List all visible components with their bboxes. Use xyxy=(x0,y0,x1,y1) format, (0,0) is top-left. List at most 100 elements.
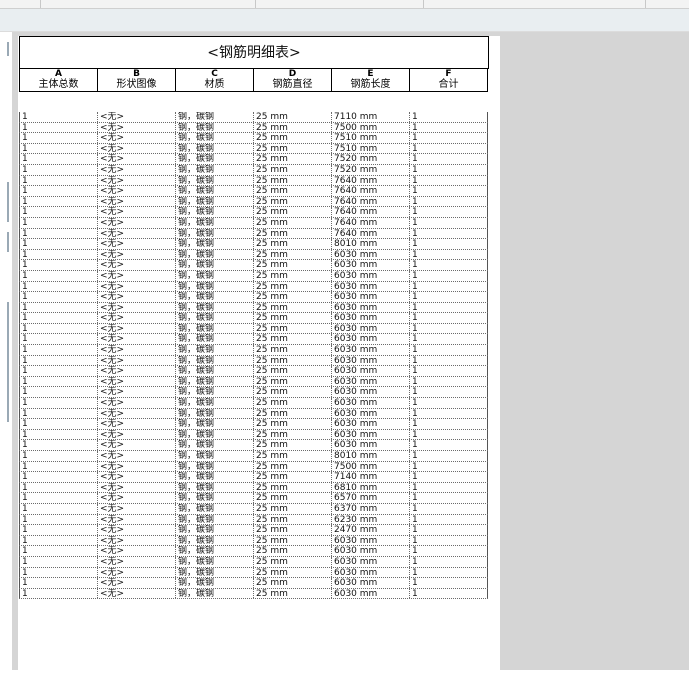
table-cell[interactable]: 钢，碳钢 xyxy=(175,366,253,376)
table-cell[interactable]: 1 xyxy=(409,302,488,313)
table-cell[interactable]: <无> xyxy=(97,398,175,408)
table-row[interactable]: 1 <无> 钢，碳钢 25 mm 7520 mm 1 xyxy=(19,164,488,176)
table-row[interactable]: 1 <无> 钢，碳钢 25 mm 6030 mm 1 xyxy=(19,281,488,293)
table-cell[interactable]: 钢，碳钢 xyxy=(175,175,253,186)
table-cell[interactable]: 1 xyxy=(409,567,488,578)
table-cell[interactable]: 钢，碳钢 xyxy=(175,196,253,207)
table-cell[interactable]: 7140 mm xyxy=(331,472,409,482)
table-cell[interactable]: 6030 mm xyxy=(331,535,409,546)
table-cell[interactable]: 1 xyxy=(409,334,488,345)
table-cell[interactable]: 1 xyxy=(19,133,97,143)
table-cell[interactable]: 6030 mm xyxy=(331,345,409,355)
table-cell[interactable]: 7640 mm xyxy=(331,217,409,228)
table-cell[interactable]: 25 mm xyxy=(253,323,331,334)
table-row[interactable]: 1 <无> 钢，碳钢 25 mm 7500 mm 1 xyxy=(19,461,488,473)
table-row[interactable]: 1 <无> 钢，碳钢 25 mm 7140 mm 1 xyxy=(19,472,488,483)
table-cell[interactable]: 钢，碳钢 xyxy=(175,482,253,493)
table-cell[interactable]: 1 xyxy=(409,503,488,514)
table-cell[interactable]: 25 mm xyxy=(253,588,331,599)
table-cell[interactable]: <无> xyxy=(97,143,175,154)
table-cell[interactable]: 钢，碳钢 xyxy=(175,472,253,482)
table-cell[interactable]: 钢，碳钢 xyxy=(175,313,253,323)
table-cell[interactable]: 钢，碳钢 xyxy=(175,239,253,249)
table-cell[interactable]: 25 mm xyxy=(253,525,331,535)
table-cell[interactable]: <无> xyxy=(97,186,175,196)
table-cell[interactable]: 1 xyxy=(19,567,97,578)
table-cell[interactable]: 1 xyxy=(409,292,488,302)
table-cell[interactable]: <无> xyxy=(97,323,175,334)
table-cell[interactable]: 1 xyxy=(409,143,488,154)
table-cell[interactable]: 25 mm xyxy=(253,482,331,493)
table-cell[interactable]: 1 xyxy=(19,376,97,387)
table-cell[interactable]: 1 xyxy=(19,186,97,196)
table-cell[interactable]: 6030 mm xyxy=(331,408,409,419)
table-cell[interactable]: 钢，碳钢 xyxy=(175,578,253,588)
table-cell[interactable]: <无> xyxy=(97,535,175,546)
left-rail[interactable] xyxy=(0,32,12,670)
schedule-sheet[interactable]: <钢筋明细表> A B C D E F 主体总数 形状图像 材质 钢筋直径 钢筋… xyxy=(18,36,500,676)
table-cell[interactable]: 25 mm xyxy=(253,313,331,323)
column-header[interactable]: 形状图像 xyxy=(97,78,175,91)
table-row[interactable]: 1 <无> 钢，碳钢 25 mm 6030 mm 1 xyxy=(19,440,488,451)
table-cell[interactable]: 钢，碳钢 xyxy=(175,408,253,419)
table-cell[interactable]: 25 mm xyxy=(253,514,331,525)
table-cell[interactable]: 1 xyxy=(409,313,488,323)
table-cell[interactable]: 钢，碳钢 xyxy=(175,429,253,440)
table-row[interactable]: 1 <无> 钢，碳钢 25 mm 7640 mm 1 xyxy=(19,196,488,208)
table-cell[interactable]: 6030 mm xyxy=(331,281,409,292)
table-cell[interactable]: 25 mm xyxy=(253,461,331,472)
table-cell[interactable]: 1 xyxy=(409,376,488,387)
table-cell[interactable]: 7500 mm xyxy=(331,122,409,133)
table-cell[interactable]: 25 mm xyxy=(253,366,331,376)
table-row[interactable]: 1 <无> 钢，碳钢 25 mm 6030 mm 1 xyxy=(19,408,488,420)
column-header[interactable]: 钢筋直径 xyxy=(253,78,331,91)
table-cell[interactable]: 1 xyxy=(19,493,97,503)
table-cell[interactable]: 1 xyxy=(409,482,488,493)
table-cell[interactable]: 钢，碳钢 xyxy=(175,112,253,122)
table-cell[interactable]: 1 xyxy=(409,366,488,376)
table-cell[interactable]: 25 mm xyxy=(253,281,331,292)
table-cell[interactable]: 6030 mm xyxy=(331,323,409,334)
table-cell[interactable]: 2470 mm xyxy=(331,525,409,535)
table-row[interactable]: 1 <无> 钢，碳钢 25 mm 6030 mm 1 xyxy=(19,345,488,356)
table-cell[interactable]: 1 xyxy=(409,472,488,482)
table-cell[interactable]: 6030 mm xyxy=(331,270,409,281)
table-cell[interactable]: 7640 mm xyxy=(331,207,409,217)
table-cell[interactable]: 1 xyxy=(19,281,97,292)
table-cell[interactable]: <无> xyxy=(97,313,175,323)
table-cell[interactable]: 钢，碳钢 xyxy=(175,398,253,408)
table-row[interactable]: 1 <无> 钢，碳钢 25 mm 2470 mm 1 xyxy=(19,525,488,536)
table-cell[interactable]: <无> xyxy=(97,164,175,175)
table-cell[interactable]: 1 xyxy=(19,270,97,281)
table-cell[interactable]: 6030 mm xyxy=(331,355,409,366)
table-row[interactable]: 1 <无> 钢，碳钢 25 mm 7510 mm 1 xyxy=(19,133,488,144)
table-cell[interactable]: 钢，碳钢 xyxy=(175,260,253,270)
table-cell[interactable]: <无> xyxy=(97,525,175,535)
table-row[interactable]: 1 <无> 钢，碳钢 25 mm 7640 mm 1 xyxy=(19,186,488,197)
table-cell[interactable]: 钢，碳钢 xyxy=(175,461,253,472)
table-cell[interactable]: 1 xyxy=(409,419,488,429)
table-row[interactable]: 1 <无> 钢，碳钢 25 mm 6030 mm 1 xyxy=(19,260,488,271)
table-cell[interactable]: 25 mm xyxy=(253,376,331,387)
table-cell[interactable]: 1 xyxy=(409,398,488,408)
table-cell[interactable]: 25 mm xyxy=(253,387,331,398)
table-cell[interactable]: 6030 mm xyxy=(331,366,409,376)
table-cell[interactable]: 25 mm xyxy=(253,578,331,588)
table-row[interactable]: 1 <无> 钢，碳钢 25 mm 6030 mm 1 xyxy=(19,334,488,346)
table-cell[interactable]: 7500 mm xyxy=(331,461,409,472)
table-cell[interactable]: 1 xyxy=(19,355,97,366)
table-cell[interactable]: 1 xyxy=(19,366,97,376)
table-cell[interactable]: 钢，碳钢 xyxy=(175,164,253,175)
table-cell[interactable]: 6570 mm xyxy=(331,493,409,503)
table-cell[interactable]: <无> xyxy=(97,376,175,387)
table-cell[interactable]: 1 xyxy=(19,345,97,355)
table-cell[interactable]: <无> xyxy=(97,196,175,207)
table-cell[interactable]: 25 mm xyxy=(253,472,331,482)
table-cell[interactable]: 钢，碳钢 xyxy=(175,228,253,239)
table-cell[interactable]: 8010 mm xyxy=(331,451,409,461)
table-cell[interactable]: 1 xyxy=(409,451,488,461)
table-row[interactable]: 1 <无> 钢，碳钢 25 mm 6230 mm 1 xyxy=(19,514,488,526)
table-cell[interactable]: <无> xyxy=(97,239,175,249)
table-cell[interactable]: 钢，碳钢 xyxy=(175,440,253,450)
table-cell[interactable]: 6230 mm xyxy=(331,514,409,525)
